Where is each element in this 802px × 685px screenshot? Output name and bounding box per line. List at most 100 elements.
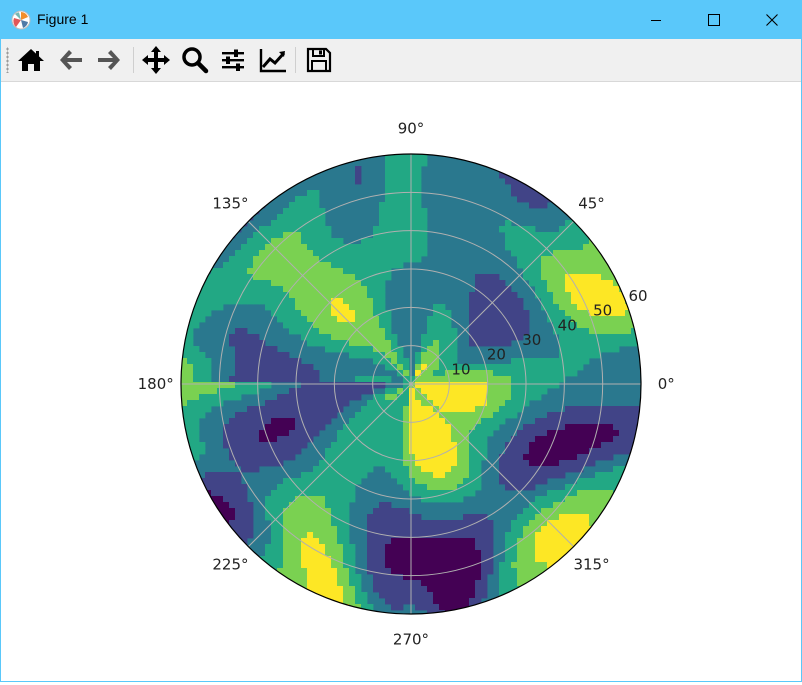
contour-cell [259,436,266,443]
contour-cell [409,562,416,569]
contour-cell [307,190,314,197]
contour-cell [319,406,326,413]
plot-canvas[interactable]: 0° 45° 90° 135° 180° 225° 270° 315° 10 20 30 40 50 60 [1,82,801,681]
contour-cell [433,592,440,599]
contour-cell [535,448,542,455]
contour-cell [595,256,602,263]
maximize-button[interactable] [685,1,743,39]
contour-cell [583,280,590,287]
contour-cell [439,340,446,347]
contour-cell [577,460,584,467]
contour-cell [457,544,464,551]
contour-cell [319,286,326,293]
contour-cell [589,346,596,353]
contour-cell [307,262,314,269]
contour-cell [367,346,374,353]
contour-cell [559,562,566,569]
contour-cell [259,430,266,437]
edit-axis-button[interactable] [257,43,289,77]
contour-cell [355,310,362,317]
contour-cell [385,208,392,215]
back-button[interactable] [55,43,87,77]
contour-cell [229,274,236,281]
contour-cell [313,238,320,245]
contour-cell [301,580,308,587]
contour-cell [421,460,428,467]
contour-cell [379,220,386,227]
contour-cell [397,436,404,443]
contour-cell [535,244,542,251]
contour-cell [451,388,458,395]
contour-cell [343,454,350,461]
contour-cell [283,412,290,419]
contour-cell [481,376,488,383]
contour-cell [319,562,326,569]
forward-button[interactable] [93,43,125,77]
contour-cell [481,592,488,599]
contour-cell [523,466,530,473]
contour-cell [511,316,518,323]
contour-cell [427,442,434,449]
contour-cell [529,394,536,401]
contour-cell [271,304,278,311]
contour-cell [571,436,578,443]
contour-cell [259,370,266,377]
contour-cell [271,220,278,227]
contour-cell [283,538,290,545]
contour-cell [379,460,386,467]
contour-cell [265,550,272,557]
minimize-button[interactable] [627,1,685,39]
contour-cell [613,286,620,293]
contour-cell [403,412,410,419]
contour-cell [211,472,218,479]
contour-cell [589,430,596,437]
contour-cell [253,250,260,257]
contour-cell [397,220,404,227]
configure-subplots-button[interactable] [217,43,249,77]
contour-cell [529,520,536,527]
contour-cell [247,508,254,515]
zoom-button[interactable] [179,43,211,77]
contour-cell [289,508,296,515]
contour-cell [313,196,320,203]
contour-cell [439,544,446,551]
close-button[interactable] [743,1,801,39]
contour-cell [445,430,452,437]
contour-cell [361,328,368,335]
contour-cell [613,442,620,449]
contour-cell [403,598,410,605]
save-button[interactable] [303,43,335,77]
contour-cell [619,280,626,287]
pan-button[interactable] [140,43,172,77]
contour-cell [223,262,230,269]
contour-cell [595,280,602,287]
contour-cell [199,298,206,305]
contour-cell [547,526,554,533]
contour-cell [289,208,296,215]
polar-axes[interactable]: 0°45°90°135°180°225°270°315°102030405060 [1,82,801,681]
contour-cell [505,466,512,473]
contour-cell [319,232,326,239]
contour-cell [421,334,428,341]
contour-cell [253,352,260,359]
contour-cell [235,388,242,395]
contour-cell [451,352,458,359]
contour-cell [565,292,572,299]
contour-cell [529,568,536,575]
contour-cell [391,202,398,209]
contour-cell [457,418,464,425]
contour-cell [445,598,452,605]
contour-cell [283,532,290,539]
contour-cell [259,454,266,461]
contour-cell [529,508,536,515]
home-button[interactable] [15,43,47,77]
contour-cell [271,286,278,293]
contour-cell [295,430,302,437]
contour-cell [361,280,368,287]
contour-cell [265,232,272,239]
contour-cell [301,370,308,377]
contour-cell [409,160,416,167]
contour-cell [547,514,554,521]
contour-cell [337,574,344,581]
contour-cell [541,436,548,443]
